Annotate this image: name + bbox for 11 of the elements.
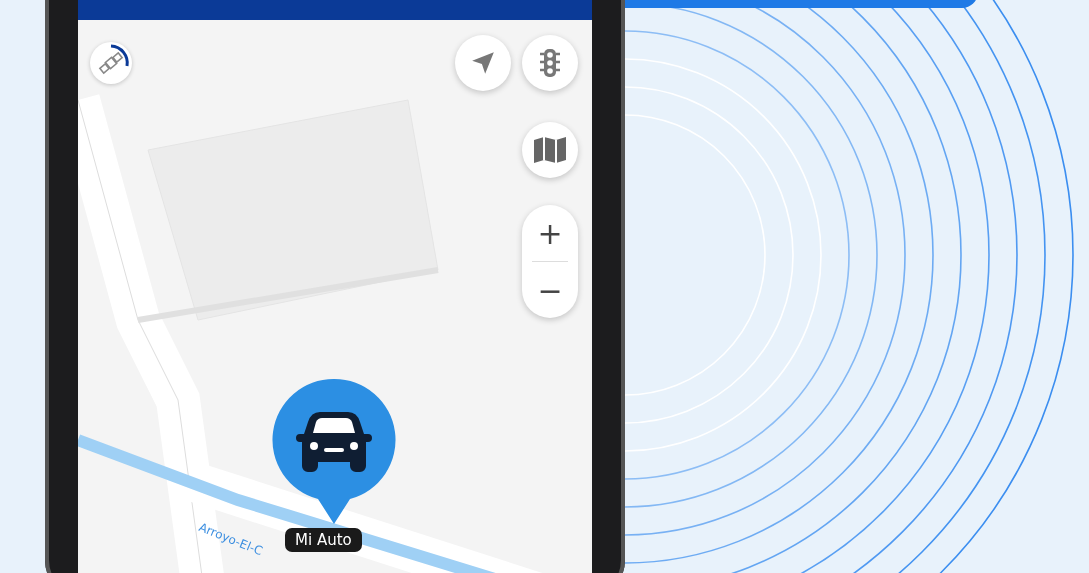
satellite-button[interactable] bbox=[90, 42, 132, 84]
locate-button[interactable] bbox=[455, 35, 511, 91]
marker-label: Mi Auto bbox=[285, 528, 362, 552]
layers-button[interactable] bbox=[522, 122, 578, 178]
navigation-arrow-icon bbox=[470, 50, 496, 76]
folded-map-icon bbox=[533, 136, 567, 164]
zoom-out-button[interactable]: − bbox=[522, 262, 578, 318]
traffic-button[interactable] bbox=[522, 35, 578, 91]
zoom-in-button[interactable]: + bbox=[522, 205, 578, 261]
traffic-light-icon bbox=[539, 48, 561, 78]
car-map-marker[interactable] bbox=[272, 378, 396, 526]
